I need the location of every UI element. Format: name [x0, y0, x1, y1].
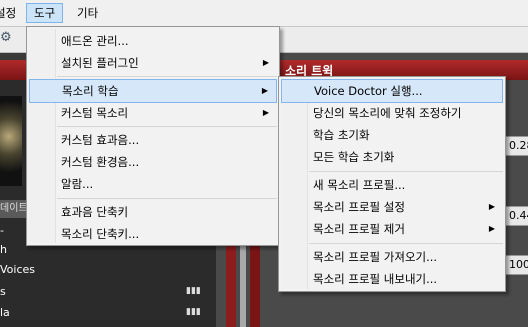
menu-item-label: 효과음 단축키 [61, 205, 129, 219]
menu-item-voice-learning[interactable]: 목소리 학습 ▶ [29, 79, 277, 103]
menu-item-custom-ambience[interactable]: 커스텀 환경음... [29, 151, 277, 173]
menu-separator [57, 198, 277, 199]
voice-learning-submenu: Voice Doctor 실행... 당신의 목소리에 맞춰 조정하기 학습 초… [278, 76, 506, 292]
menu-item-import-profile[interactable]: 목소리 프로필 가져오기... [281, 246, 503, 268]
menu-item-label: 알람... [61, 177, 94, 191]
signal-icon: ▮▮▮ [186, 286, 201, 296]
menu-item-new-profile[interactable]: 새 목소리 프로필... [281, 174, 503, 196]
tools-menu: 애드온 관리... 설치된 플러그인 ▶ 목소리 학습 ▶ 커스텀 목소리 ▶ 커스텀… [26, 26, 280, 246]
menu-item-custom-sfx[interactable]: 커스텀 효과음... [29, 129, 277, 151]
toolbar-icon[interactable]: ⚙ [0, 30, 12, 45]
menu-etc[interactable]: 기타 [70, 4, 105, 22]
menu-item-reset-learning[interactable]: 학습 초기화 [281, 124, 503, 146]
menu-item-label: 애드온 관리... [61, 34, 129, 48]
menu-item-alarm[interactable]: 알람... [29, 173, 277, 195]
menu-separator [309, 171, 503, 172]
menu-separator [309, 243, 503, 244]
submenu-arrow-icon: ▶ [262, 108, 269, 117]
signal-icon: ▮▮▮ [186, 307, 201, 317]
menu-item-label: 목소리 단축키... [61, 227, 140, 241]
value-field[interactable]: 0.44 [505, 206, 528, 226]
menu-item-label: 당신의 목소리에 맞춰 조정하기 [313, 106, 462, 120]
menu-item-label: 학습 초기화 [313, 128, 370, 142]
menu-item-label: 커스텀 환경음... [61, 155, 140, 169]
menu-item-label: 모든 학습 초기화 [313, 150, 395, 164]
menu-item-sfx-shortcut[interactable]: 효과음 단축키 [29, 201, 277, 223]
value-field[interactable]: 0.28 [505, 136, 528, 156]
menu-tools[interactable]: 도구 [26, 3, 64, 23]
submenu-arrow-icon: ▶ [261, 86, 268, 95]
menu-item-reset-all-learning[interactable]: 모든 학습 초기화 [281, 146, 503, 168]
menu-separator [57, 126, 277, 127]
menu-item-custom-voice[interactable]: 커스텀 목소리 ▶ [29, 102, 277, 124]
menu-item-export-profile[interactable]: 목소리 프로필 내보내기... [281, 268, 503, 290]
submenu-arrow-icon: ▶ [488, 202, 495, 211]
left-tab[interactable]: 데이트 [0, 200, 28, 218]
voice-item[interactable]: s [0, 285, 6, 298]
menu-item-label: Voice Doctor 실행... [314, 84, 423, 98]
voice-item[interactable]: la [0, 306, 10, 319]
menu-item-addon-manage[interactable]: 애드온 관리... [29, 30, 277, 52]
menu-item-label: 설치된 플러그인 [61, 56, 139, 70]
voice-item[interactable]: - [0, 224, 4, 237]
menu-settings[interactable]: 설정 [0, 4, 23, 22]
menu-item-label: 커스텀 효과음... [61, 133, 140, 147]
value-field[interactable]: 100 [505, 255, 528, 275]
voice-item[interactable]: h [0, 243, 7, 256]
menu-item-label: 목소리 학습 [62, 84, 119, 98]
menu-item-label: 목소리 프로필 제거 [313, 222, 405, 236]
menu-bar: 설정 도구 기타 [0, 0, 528, 27]
menu-item-profile-settings[interactable]: 목소리 프로필 설정 ▶ [281, 196, 503, 218]
menu-item-voice-doctor[interactable]: Voice Doctor 실행... [281, 79, 503, 103]
menu-item-installed-plugins[interactable]: 설치된 플러그인 ▶ [29, 52, 277, 74]
menu-item-label: 커스텀 목소리 [61, 106, 129, 120]
menu-item-label: 새 목소리 프로필... [313, 178, 406, 192]
menu-item-label: 목소리 프로필 설정 [313, 200, 405, 214]
voice-item[interactable]: Voices [0, 263, 35, 276]
menu-item-voice-shortcut[interactable]: 목소리 단축키... [29, 223, 277, 245]
menu-item-adjust-voice[interactable]: 당신의 목소리에 맞춰 조정하기 [281, 102, 503, 124]
menu-item-label: 목소리 프로필 내보내기... [313, 272, 438, 286]
menu-item-label: 목소리 프로필 가져오기... [313, 250, 438, 264]
left-tab-label: 데이트 [0, 203, 28, 214]
submenu-arrow-icon: ▶ [262, 58, 269, 67]
character-thumbnail[interactable] [0, 96, 22, 186]
submenu-arrow-icon: ▶ [488, 224, 495, 233]
menu-item-remove-profile[interactable]: 목소리 프로필 제거 ▶ [281, 218, 503, 240]
menu-separator [57, 76, 277, 77]
